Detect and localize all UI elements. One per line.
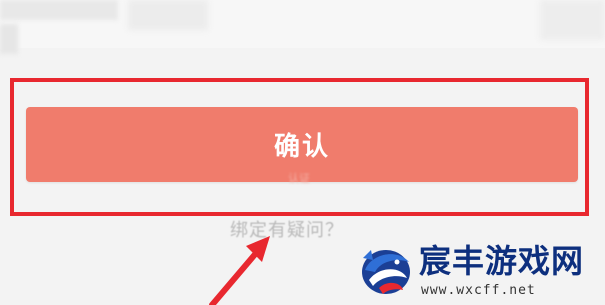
watermark-title: 宸丰游戏网: [419, 242, 585, 280]
blurred-header-area: [0, 0, 605, 54]
blurred-block: [540, 0, 605, 40]
watermark-url: www.wxcff.net: [421, 283, 536, 298]
blurred-block: [0, 0, 118, 20]
confirm-button-label: 确认: [273, 132, 330, 162]
dragon-logo-icon: [362, 250, 410, 294]
binding-help-link[interactable]: 绑定有疑问？: [230, 216, 375, 241]
site-watermark: 宸丰游戏网 www.wxcff.net: [357, 240, 605, 305]
blurred-block: [128, 0, 208, 30]
faint-subtext: 认证: [288, 172, 310, 185]
blurred-block: [0, 24, 18, 54]
